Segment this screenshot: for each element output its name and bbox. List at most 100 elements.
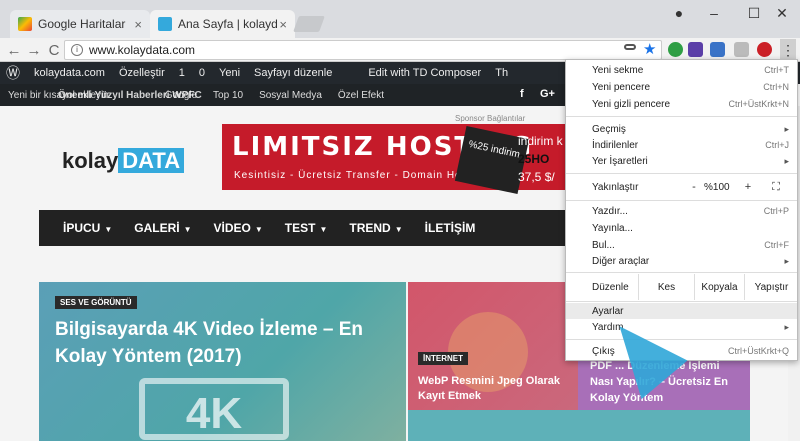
updates-count[interactable]: 1 <box>179 67 185 79</box>
new-link[interactable]: Yeni <box>219 67 240 79</box>
menu-item-new-window[interactable]: Yeni pencere Ctrl+N <box>592 79 789 95</box>
address-bar[interactable]: i www.kolaydata.com <box>64 40 662 60</box>
menu-label: İndirilenler <box>592 139 639 151</box>
new-tab-button[interactable] <box>293 16 325 32</box>
bookmark-sosyal-medya[interactable]: Sosyal Medya <box>259 90 322 101</box>
banner-subtitle: Kesintisiz - Ücretsiz Transfer - Domain … <box>234 170 484 181</box>
banner-code-text: 25HO <box>518 152 550 166</box>
menu-label: Yeni pencere <box>592 81 651 93</box>
chevron-down-icon: ▼ <box>319 225 328 234</box>
menu-divider <box>566 272 797 273</box>
tab-google-maps[interactable]: Google Haritalar × <box>10 10 150 38</box>
article-title[interactable]: WebP Resmini Jpeg Olarak Kayıt Etmek <box>418 374 568 404</box>
site-info-icon[interactable]: i <box>71 44 83 56</box>
key-icon[interactable] <box>624 44 636 50</box>
menu-item-cast[interactable]: Yayınla... <box>592 220 789 236</box>
submenu-arrow-icon: ▸ <box>784 255 789 266</box>
submenu-arrow-icon: ▸ <box>784 155 789 166</box>
edit-page-link[interactable]: Sayfayı düzenle <box>254 67 332 79</box>
nav-iletisim[interactable]: İLETİŞİM <box>425 221 476 235</box>
back-button[interactable]: ← <box>4 40 24 60</box>
customize-link[interactable]: Özelleştir <box>119 67 165 79</box>
bookmark-ozel-efekt[interactable]: Özel Efekt <box>338 90 384 101</box>
menu-divider <box>566 173 797 174</box>
kolaydata-favicon-icon <box>158 17 172 31</box>
nav-ipucu[interactable]: İPUCU ▼ <box>63 221 112 235</box>
tab-close-icon[interactable]: × <box>134 17 142 32</box>
menu-item-more-tools[interactable]: Diğer araçlar ▸ <box>592 253 789 269</box>
category-badge[interactable]: İNTERNET <box>418 352 468 365</box>
4k-image: 4K <box>139 378 289 440</box>
theme-link[interactable]: Th <box>495 67 508 79</box>
extension-blue-icon[interactable] <box>710 42 725 57</box>
forward-button[interactable]: → <box>24 40 44 60</box>
tab-kolaydata[interactable]: Ana Sayfa | kolaydata.co × <box>150 10 295 38</box>
nav-test[interactable]: TEST ▼ <box>285 221 328 235</box>
extension-gray-icon[interactable] <box>734 42 749 57</box>
cut-button[interactable]: Kes <box>638 274 694 300</box>
nav-video[interactable]: VİDEO ▼ <box>214 221 263 235</box>
fullscreen-icon[interactable]: ⛶ <box>768 181 784 194</box>
menu-divider <box>566 116 797 117</box>
extension-purple-icon[interactable] <box>688 42 703 57</box>
menu-item-history[interactable]: Geçmiş ▸ <box>592 121 789 137</box>
menu-divider <box>566 301 797 302</box>
submenu-arrow-icon: ▸ <box>784 123 789 134</box>
hosting-banner-ad[interactable]: LIMITSIZ HOSTING Kesintisiz - Ücretsiz T… <box>222 124 565 195</box>
menu-label: Yayınla... <box>592 222 633 234</box>
tab-close-icon[interactable]: × <box>279 17 287 32</box>
menu-label: Bul... <box>592 239 615 251</box>
menu-item-downloads[interactable]: İndirilenler Ctrl+J <box>592 137 789 153</box>
article-title[interactable]: Bilgisayarda 4K Video İzleme – En Kolay … <box>55 316 395 370</box>
menu-label: Yeni gizli pencere <box>592 98 671 110</box>
logo-prefix: kolay <box>62 148 119 173</box>
menu-item-bookmarks[interactable]: Yer İşaretleri ▸ <box>592 153 789 169</box>
zoom-out-button[interactable]: - <box>686 181 702 193</box>
bookmark-overlay-text: Önemli Yüzyıl Haberleri WPFC <box>58 90 202 101</box>
chrome-menu-button[interactable]: ⋮ <box>780 39 796 61</box>
site-main-nav: İPUCU ▼ GALERİ ▼ VİDEO ▼ TEST ▼ TREND ▼ İLETİ… <box>39 210 565 246</box>
chevron-down-icon: ▼ <box>104 225 113 234</box>
pinterest-icon[interactable] <box>757 42 772 57</box>
facebook-icon[interactable]: f <box>520 88 524 100</box>
menu-item-new-tab[interactable]: Yeni sekme Ctrl+T <box>592 62 789 78</box>
article-teaser[interactable] <box>408 410 750 441</box>
menu-label: Geçmiş <box>592 123 626 135</box>
extension-green-icon[interactable] <box>668 42 683 57</box>
nav-trend[interactable]: TREND ▼ <box>349 221 402 235</box>
close-window-button[interactable]: ✕ <box>762 0 800 26</box>
nav-label: İPUCU <box>63 221 101 235</box>
wordpress-icon[interactable]: Ⓦ <box>6 63 20 83</box>
copy-button[interactable]: Kopyala <box>694 274 744 300</box>
category-badge[interactable]: SES VE GÖRÜNTÜ <box>55 296 137 309</box>
menu-divider <box>566 339 797 340</box>
reload-button[interactable]: C <box>44 40 64 60</box>
tab-strip: Google Haritalar × Ana Sayfa | kolaydata… <box>0 0 800 38</box>
site-logo[interactable]: kolay DATA <box>62 148 185 174</box>
edit-label: Düzenle <box>592 281 629 293</box>
menu-item-settings[interactable]: Ayarlar <box>566 303 797 319</box>
zoom-row: Yakınlaştır - %100 + ⛶ <box>592 178 789 196</box>
profile-icon[interactable]: ● <box>664 0 694 26</box>
nav-galeri[interactable]: GALERİ ▼ <box>134 221 191 235</box>
menu-item-incognito[interactable]: Yeni gizli pencere Ctrl+ÜstKrkt+N <box>592 96 789 112</box>
url-text: www.kolaydata.com <box>89 43 196 57</box>
maps-favicon-icon <box>18 17 32 31</box>
site-name-link[interactable]: kolaydata.com <box>34 67 105 79</box>
star-icon[interactable]: ★ <box>643 40 656 58</box>
minimize-button[interactable]: – <box>694 0 734 26</box>
bookmark-top10[interactable]: Top 10 <box>213 90 243 101</box>
nav-label: GALERİ <box>134 221 180 235</box>
zoom-in-button[interactable]: + <box>740 181 756 193</box>
menu-item-print[interactable]: Yazdır... Ctrl+P <box>592 203 789 219</box>
menu-label: Ayarlar <box>592 305 624 317</box>
paste-button[interactable]: Yapıştır <box>744 274 798 300</box>
comments-count[interactable]: 0 <box>199 67 205 79</box>
banner-price-text: 37,5 $/ <box>518 170 555 184</box>
edit-row: Düzenle Kes Kopyala Yapıştır <box>566 274 797 300</box>
submenu-arrow-icon: ▸ <box>784 321 789 332</box>
google-plus-icon[interactable]: G+ <box>540 88 555 100</box>
menu-item-find[interactable]: Bul... Ctrl+F <box>592 237 789 253</box>
td-composer-link[interactable]: Edit with TD Composer <box>368 67 481 79</box>
featured-article-4k[interactable]: SES VE GÖRÜNTÜ Bilgisayarda 4K Video İzl… <box>39 282 406 441</box>
